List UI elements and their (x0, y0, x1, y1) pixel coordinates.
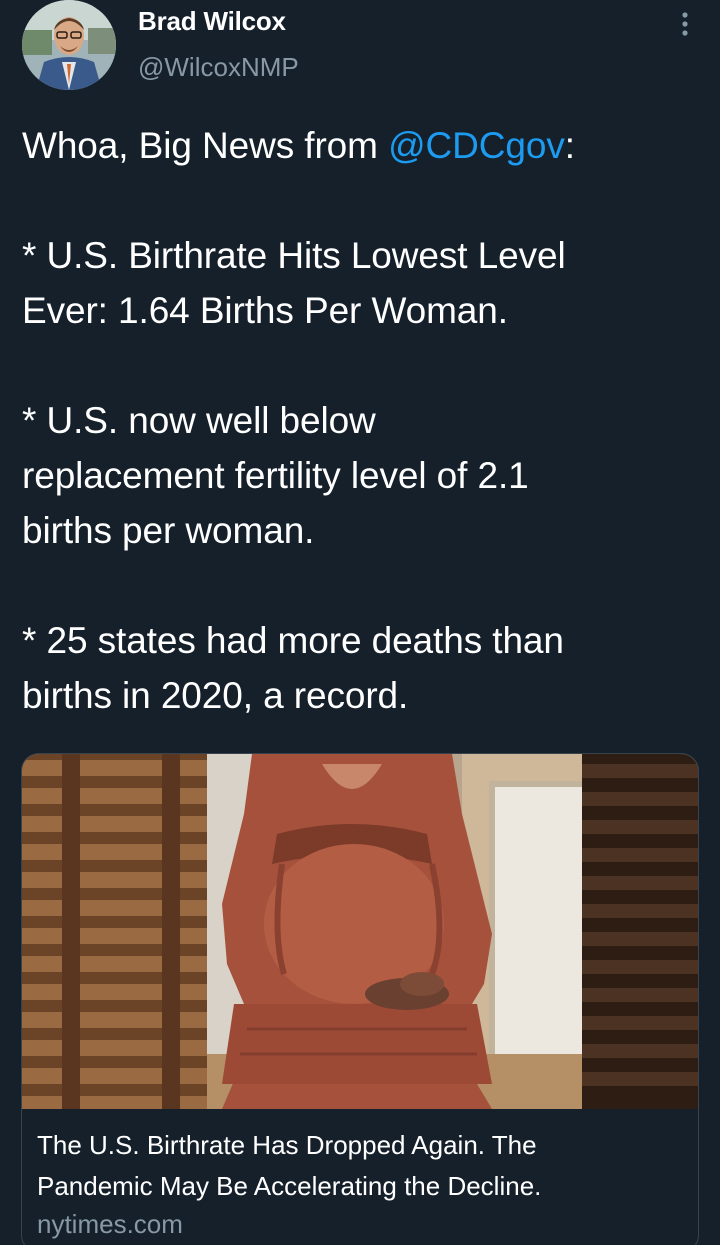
more-vertical-icon (682, 12, 688, 36)
bullet-1-line-1: * U.S. Birthrate Hits Lowest Level (22, 235, 566, 276)
avatar-photo-icon (22, 0, 116, 90)
card-title[interactable]: The U.S. Birthrate Has Dropped Again. Th… (37, 1125, 687, 1207)
bullet-2-line-3: births per woman. (22, 510, 315, 551)
article-photo-icon (22, 754, 698, 1109)
bullet-3-line-1: * 25 states had more deaths than (22, 620, 564, 661)
card-title-line-2: Pandemic May Be Accelerating the Decline… (37, 1171, 542, 1201)
card-domain: nytimes.com (37, 1209, 183, 1239)
bullet-1-line-2: Ever: 1.64 Births Per Woman. (22, 290, 508, 331)
tweet-intro-prefix: Whoa, Big News from (22, 125, 389, 166)
tweet: Brad Wilcox @WilcoxNMP Whoa, Big News fr… (0, 0, 720, 1245)
bullet-2-line-1: * U.S. now well below (22, 400, 376, 441)
link-card[interactable]: The U.S. Birthrate Has Dropped Again. Th… (21, 753, 699, 1245)
bullet-3-line-2: births in 2020, a record. (22, 675, 409, 716)
tweet-text: Whoa, Big News from @CDCgov: * U.S. Birt… (22, 118, 702, 723)
tweet-intro-line: Whoa, Big News from @CDCgov: (22, 118, 702, 173)
card-title-line-1: The U.S. Birthrate Has Dropped Again. Th… (37, 1130, 537, 1160)
mention-link[interactable]: @CDCgov (388, 125, 565, 166)
more-options-button[interactable] (670, 6, 700, 42)
tweet-intro-suffix: : (564, 125, 575, 166)
author-handle[interactable]: @WilcoxNMP (138, 52, 299, 83)
bullet-2-line-2: replacement fertility level of 2.1 (22, 455, 529, 496)
author-avatar[interactable] (22, 0, 116, 90)
author-name[interactable]: Brad Wilcox (138, 6, 286, 37)
